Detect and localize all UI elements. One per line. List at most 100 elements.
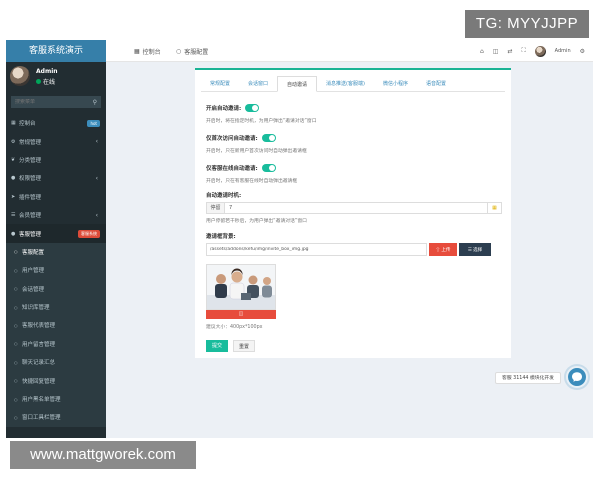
upload-button[interactable]: ⇧ 上传 bbox=[429, 243, 457, 256]
chat-bubble-icon bbox=[572, 372, 582, 382]
sidebar-item-label: 插件管理 bbox=[19, 194, 42, 201]
search-icon[interactable]: ⚲ bbox=[93, 99, 97, 106]
sidebar-item-label: 权限管理 bbox=[19, 176, 42, 183]
auto-invite-toggle[interactable] bbox=[245, 104, 260, 112]
nav-tab-dashboard[interactable]: ▦ 控制台 bbox=[134, 40, 161, 62]
field-label: 开启自动邀请: bbox=[206, 106, 242, 112]
select-button[interactable]: ☰ 选择 bbox=[459, 243, 491, 256]
tab-wechat-mini[interactable]: 微信小程序 bbox=[374, 76, 417, 92]
reset-button[interactable]: 重置 bbox=[233, 340, 255, 352]
fullscreen-icon[interactable]: ⛶ bbox=[521, 47, 525, 55]
watermark-top: TG: MYYJJPP bbox=[465, 10, 589, 38]
preview-photo bbox=[207, 265, 275, 309]
chat-tooltip: 客服 31144 模块化开发 bbox=[495, 372, 561, 384]
select-label: 选择 bbox=[473, 247, 483, 252]
sidebar-search-input[interactable] bbox=[15, 99, 85, 105]
sidebar-subitem[interactable]: ○ 用户留言管理 bbox=[6, 334, 106, 354]
nav-admin-name[interactable]: Admin bbox=[555, 48, 571, 54]
preview-delete-bar[interactable]: ◫ bbox=[206, 310, 276, 319]
chevron-left-icon: ‹ bbox=[95, 211, 98, 219]
brand-title[interactable]: 客服系统演示 bbox=[6, 40, 106, 62]
trash-icon[interactable]: ◫ bbox=[493, 48, 499, 55]
tab-general[interactable]: 常规配置 bbox=[201, 76, 239, 92]
sidebar-subitem[interactable]: ○ 用户管理 bbox=[6, 261, 106, 280]
field-help: 开启时，只在新用户首次访问时自动弹出邀请框 bbox=[206, 149, 307, 154]
invite-timing-input[interactable] bbox=[225, 203, 487, 213]
rocket-icon: ➤ bbox=[11, 193, 16, 200]
sidebar-subitem-label: 快捷回复管理 bbox=[22, 378, 56, 385]
sidebar-item-dashboard[interactable]: ▦ 控制台 hot bbox=[6, 114, 106, 132]
sidebar-item-label: 分类管理 bbox=[19, 157, 42, 164]
sidebar-subitem[interactable]: ○ 窗口工具栏管理 bbox=[6, 408, 106, 427]
background-preview-image bbox=[206, 264, 276, 310]
gear-icon[interactable]: ⚙ bbox=[580, 48, 585, 55]
user-name: Admin bbox=[36, 68, 58, 75]
field-label: 邀请框背景: bbox=[206, 234, 236, 240]
sidebar-item-category[interactable]: ❦ 分类管理 bbox=[6, 151, 106, 169]
size-hint: 建议大小：400px*100px bbox=[206, 325, 263, 330]
sidebar-subitem[interactable]: ○ 会话管理 bbox=[6, 279, 106, 298]
seconds-icon: ▦ bbox=[487, 203, 501, 213]
sidebar-subitem-label: 窗口工具栏管理 bbox=[22, 415, 61, 422]
leaf-icon: ❦ bbox=[11, 156, 16, 163]
timing-prefix: 停留 bbox=[207, 203, 225, 213]
dashboard-icon: ▦ bbox=[11, 120, 16, 127]
sidebar-item-label: 控制台 bbox=[19, 121, 36, 128]
field-help: 用户停留若干秒后，为用户弹出“邀请对话”窗口 bbox=[206, 219, 307, 224]
user-panel: Admin 在线 bbox=[6, 62, 106, 92]
sidebar-subitem[interactable]: ○ 客服代表管理 bbox=[6, 316, 106, 335]
chat-launcher-button[interactable] bbox=[566, 366, 588, 388]
cog-icon: ⚙ bbox=[11, 138, 16, 145]
sidebar-subitem-kefu-config[interactable]: ○ 客服配置 bbox=[6, 242, 106, 262]
sidebar-item-general[interactable]: ⚙ 常规管理 ‹ bbox=[6, 132, 106, 150]
watermark-bottom: www.mattgworek.com bbox=[10, 441, 196, 469]
first-visit-toggle[interactable] bbox=[261, 134, 276, 142]
nav-tab-label: 客服配置 bbox=[184, 48, 209, 56]
sidebar-subitem[interactable]: ○ 聊天记录汇总 bbox=[6, 353, 106, 372]
sidebar-item-kefu[interactable]: ● 客服管理 客服系统 bbox=[6, 224, 106, 243]
sidebar-item-addon[interactable]: ➤ 插件管理 bbox=[6, 188, 106, 206]
sidebar-subitem-label: 聊天记录汇总 bbox=[22, 360, 56, 367]
circle-icon: ○ bbox=[14, 414, 18, 420]
sidebar-search: ⚲ bbox=[11, 96, 101, 108]
background-row: ⇧ 上传 ☰ 选择 bbox=[206, 243, 506, 256]
circle-icon: ○ bbox=[14, 249, 18, 255]
circle-icon: ○ bbox=[14, 341, 18, 347]
user-status-text: 在线 bbox=[43, 79, 56, 86]
invite-timing-group: 停留 ▦ bbox=[206, 202, 502, 214]
translate-icon[interactable]: ⇄ bbox=[507, 48, 512, 55]
screenshot-frame: TG: MYYJJPP www.mattgworek.com 客服系统演示 Ad… bbox=[0, 0, 600, 480]
config-panel: 常规配置 会话窗口 自动邀请 消息推送(客服端) 微信小程序 语音配置 开启自动… bbox=[195, 68, 511, 358]
online-dot-icon bbox=[36, 79, 41, 84]
sidebar-item-auth[interactable]: ● 权限管理 ‹ bbox=[6, 169, 106, 187]
sidebar-item-member[interactable]: ☰ 会员管理 ‹ bbox=[6, 206, 106, 224]
nav-tab-kefu-config[interactable]: ○ 客服配置 bbox=[176, 40, 208, 62]
field-auto-invite: 开启自动邀请: bbox=[206, 104, 260, 112]
tab-auto-invite[interactable]: 自动邀请 bbox=[277, 76, 318, 92]
tab-voice[interactable]: 语音配置 bbox=[417, 76, 455, 92]
nav-tools: ⌂ ◫ ⇄ ⛶ Admin ⚙ bbox=[480, 40, 585, 62]
sidebar-subitem[interactable]: ○ 知识库管理 bbox=[6, 297, 106, 317]
nav-tab-label: 控制台 bbox=[142, 48, 161, 56]
home-icon[interactable]: ⌂ bbox=[480, 48, 484, 55]
sidebar-item-label: 客服管理 bbox=[19, 231, 42, 238]
field-online-invite: 仅客服在线自动邀请: bbox=[206, 164, 276, 172]
circle-icon: ○ bbox=[14, 322, 18, 328]
sidebar: 客服系统演示 Admin 在线 ⚲ ▦ 控制台 hot ⚙ 常规管理 ‹ bbox=[6, 40, 106, 438]
list-icon: ☰ bbox=[11, 212, 16, 219]
background-path-input[interactable] bbox=[206, 243, 427, 256]
hot-badge: hot bbox=[87, 119, 100, 127]
sidebar-item-label: 会员管理 bbox=[19, 213, 42, 220]
submit-button[interactable]: 提交 bbox=[206, 340, 228, 352]
users-icon: ● bbox=[11, 230, 16, 237]
online-only-toggle[interactable] bbox=[261, 164, 276, 172]
tab-chat-window[interactable]: 会话窗口 bbox=[239, 76, 277, 92]
sidebar-subitem[interactable]: ○ 用户黑名单管理 bbox=[6, 389, 106, 409]
field-label: 自动邀请时机: bbox=[206, 193, 242, 199]
field-invite-background: 邀请框背景: bbox=[206, 232, 236, 240]
tab-push[interactable]: 消息推送(客服端) bbox=[317, 76, 374, 92]
trash-icon: ◫ bbox=[238, 311, 244, 317]
avatar[interactable] bbox=[534, 45, 546, 57]
sidebar-subitem[interactable]: ○ 快捷回复管理 bbox=[6, 371, 106, 390]
circle-icon: ○ bbox=[14, 359, 18, 365]
